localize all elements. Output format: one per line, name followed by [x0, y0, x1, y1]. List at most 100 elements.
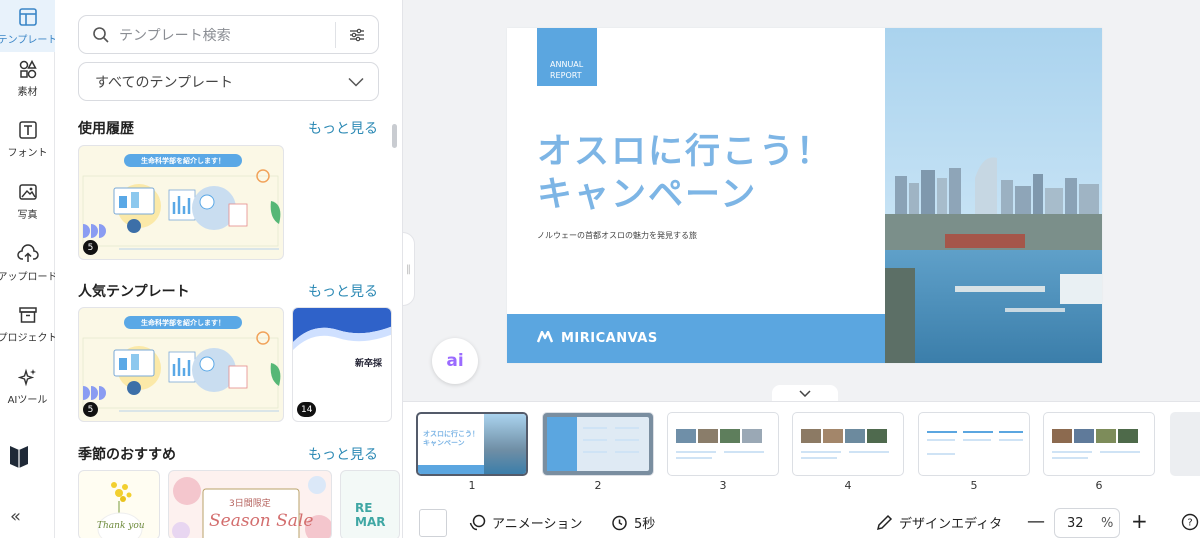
page-thumb-line [583, 439, 607, 441]
thumbnail-title: RE MAR [355, 501, 386, 529]
elements-icon [17, 58, 39, 80]
rail-label: AIツール [7, 395, 48, 406]
page-thumbnail-6[interactable] [1043, 412, 1155, 476]
template-thumbnail[interactable]: Thank you [78, 470, 160, 538]
add-page-placeholder[interactable] [1170, 412, 1200, 476]
template-thumbnail[interactable]: 生命科学部を紹介します！ 5 [78, 307, 284, 422]
zoom-in-button[interactable]: + [1131, 509, 1148, 533]
panel-collapse-handle[interactable]: ‖ [403, 232, 415, 306]
rail-item-ai-tools[interactable]: AIツール [0, 360, 55, 412]
page-thumb-line [615, 427, 639, 429]
section-title-seasonal: 季節のおすすめ [78, 447, 176, 463]
page-thumb-line [927, 431, 957, 433]
duration-button[interactable]: 5秒 [611, 513, 655, 532]
thumbnail-subtitle: 3日間限定 [229, 499, 271, 509]
slide-canvas[interactable]: ANNUAL REPORT オスロに行こう！ キャンペーン ノルウェーの首都オス… [507, 28, 1102, 363]
tag-line: REPORT [550, 71, 582, 80]
page-thumb-line [676, 457, 712, 459]
more-link-seasonal[interactable]: もっと見る [308, 444, 378, 464]
page-count-badge: 5 [83, 240, 98, 255]
text-icon [17, 119, 39, 141]
rail-label: プロジェクト [0, 333, 58, 344]
category-select[interactable]: すべてのテンプレート [78, 62, 379, 101]
page-number: 3 [719, 479, 727, 492]
page-thumb-line [583, 427, 607, 429]
page-number: 1 [468, 479, 476, 492]
more-link-popular[interactable]: もっと見る [308, 281, 378, 301]
page-thumb-line [615, 451, 639, 453]
ai-label: ai [446, 351, 464, 371]
more-link-recent[interactable]: もっと見る [308, 118, 378, 138]
page-thumb-photo [484, 414, 526, 474]
template-thumbnail[interactable]: RE MAR [340, 470, 400, 538]
page-thumb-line [999, 431, 1023, 433]
city-harbor-photo[interactable] [885, 28, 1102, 363]
rail-item-template[interactable]: テンプレート [0, 0, 57, 52]
page-thumb-line [999, 439, 1023, 441]
page-thumb-line [1052, 451, 1092, 453]
page-thumbnail-5[interactable] [918, 412, 1030, 476]
page-thumb-photos [801, 429, 887, 443]
chevron-down-icon [348, 77, 364, 87]
rail-item-project[interactable]: プロジェクト [0, 298, 58, 350]
page-thumb-line [927, 453, 955, 455]
page-number: 6 [1095, 479, 1103, 492]
help-icon[interactable]: ? [1181, 513, 1199, 531]
page-thumbnail-1[interactable]: オスロに行こう！ キャンペーン [416, 412, 528, 476]
template-thumbnail[interactable]: 新卒採 14 [292, 307, 392, 422]
rail-item-elements[interactable]: 素材 [0, 52, 55, 104]
thumbnail-title: Thank you [97, 521, 145, 531]
page-thumbnail-2[interactable] [542, 412, 654, 476]
template-thumbnail[interactable]: 生命科学部を紹介します！ 5 [78, 145, 284, 260]
page-thumb-line [963, 431, 993, 433]
rail-item-photo[interactable]: 写真 [0, 175, 55, 227]
slide-title[interactable]: オスロに行こう！ キャンペーン [537, 131, 833, 217]
page-thumb-line [676, 451, 716, 453]
ai-assistant-button[interactable]: ai [432, 338, 478, 384]
zoom-out-button[interactable]: — [1027, 511, 1045, 532]
miricanvas-logo-icon [536, 330, 554, 347]
left-rail: テンプレート 素材 フォント 写真 アップロード プロジェクト AIツール « [0, 0, 58, 538]
svg-text:?: ? [1187, 518, 1192, 529]
slide-subtitle[interactable]: ノルウェーの首都オスロの魅力を発見する旅 [537, 230, 697, 241]
animation-button[interactable]: アニメーション [469, 513, 582, 532]
upload-icon [16, 243, 39, 265]
tag-line: ANNUAL [550, 60, 584, 69]
zoom-unit: % [1101, 515, 1114, 531]
rail-item-font[interactable]: フォント [0, 113, 55, 165]
page-number: 2 [594, 479, 602, 492]
thumbnail-title: 新卒採 [355, 359, 383, 369]
biology-illustration [82, 169, 281, 250]
slide-title-line: キャンペーン [537, 175, 758, 215]
photo-icon [17, 181, 39, 203]
rail-label: アップロード [0, 272, 58, 283]
search-input[interactable]: テンプレート検索 [119, 25, 335, 45]
page-thumb-bar [418, 465, 488, 474]
design-editor-button[interactable]: デザインエディタ [876, 513, 1002, 532]
collapse-rail-icon[interactable]: « [10, 506, 21, 527]
page-thumbnail-4[interactable] [792, 412, 904, 476]
filter-icon[interactable] [336, 28, 378, 42]
project-icon [17, 304, 39, 326]
page-number: 5 [970, 479, 978, 492]
page-thumb-line [615, 439, 639, 441]
animation-label: アニメーション [492, 517, 583, 532]
page-thumb-photos [1052, 429, 1138, 443]
template-thumbnail[interactable]: 3日間限定 Season Sale [168, 470, 332, 538]
template-search[interactable]: テンプレート検索 [78, 15, 379, 54]
page-thumb-line [927, 439, 955, 441]
category-select-value: すべてのテンプレート [95, 74, 234, 91]
page-strip-toggle[interactable] [772, 385, 838, 401]
rail-label: フォント [7, 148, 48, 159]
template-panel: テンプレート検索 すべてのテンプレート 使用履歴 もっと見る 生命科学部を紹介し… [55, 0, 403, 538]
page-thumb-line [801, 457, 837, 459]
background-color-swatch[interactable] [419, 509, 447, 537]
page-thumb-line [1052, 457, 1088, 459]
zoom-input[interactable]: 32 % [1054, 508, 1120, 538]
page-thumbnail-3[interactable] [667, 412, 779, 476]
panel-scrollbar[interactable] [392, 124, 397, 148]
page-thumb-sidebar [547, 417, 577, 471]
search-icon [83, 26, 119, 44]
rail-item-upload[interactable]: アップロード [0, 237, 58, 289]
biology-illustration [82, 331, 281, 412]
